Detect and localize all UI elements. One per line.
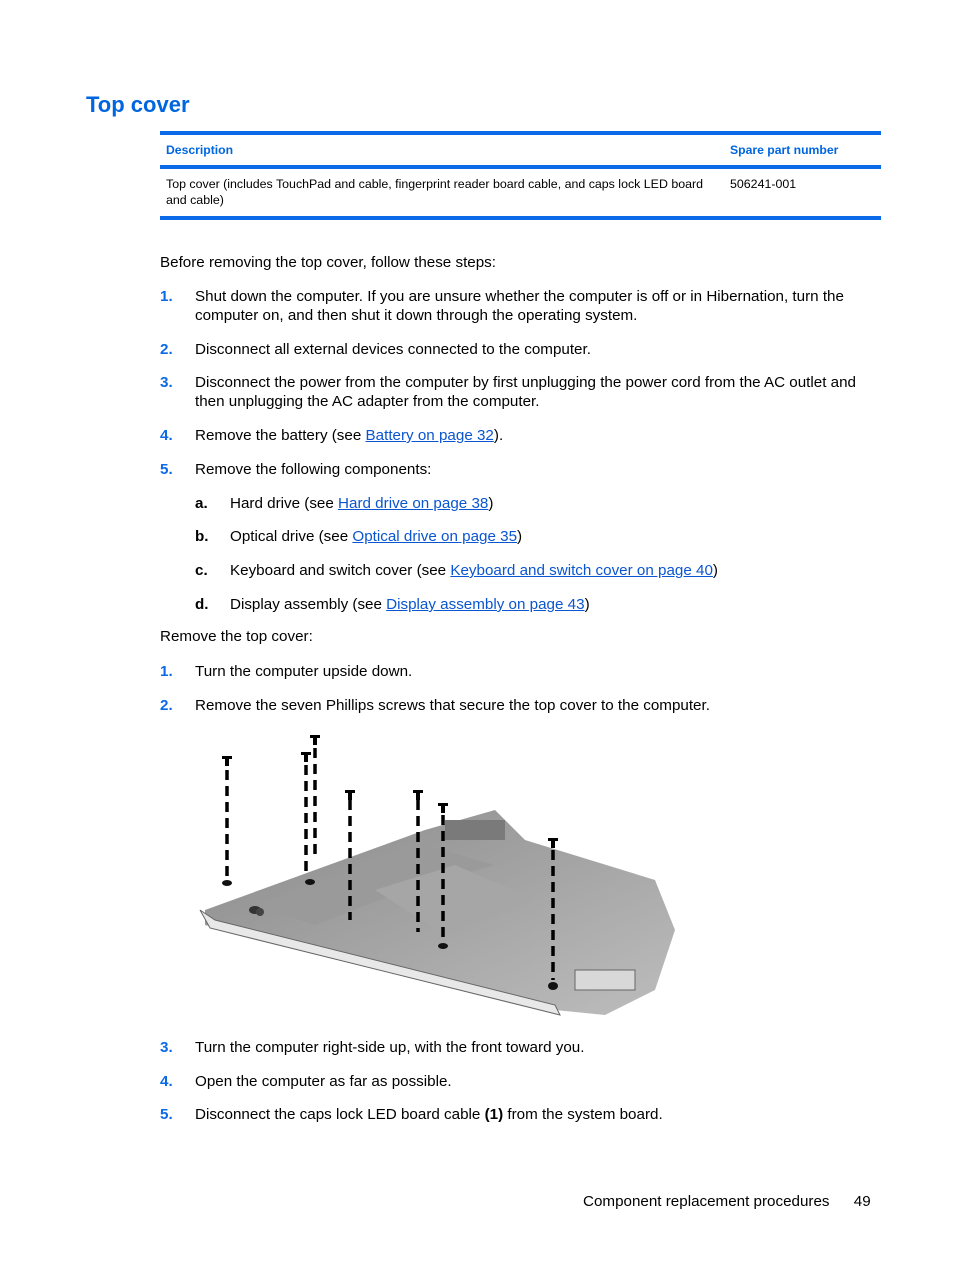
screw-icon (310, 735, 320, 745)
screw-icon (438, 803, 448, 813)
screw-icon (345, 790, 355, 800)
before-step: 1. Shut down the computer. If you are un… (160, 287, 885, 325)
header-spare-part: Spare part number (730, 143, 839, 157)
step-number: 2. (160, 697, 173, 714)
keyboard-link[interactable]: Keyboard and switch cover on page 40 (450, 562, 713, 579)
table-row: Top cover (includes TouchPad and cable, … (160, 169, 881, 216)
text-post: ). (493, 427, 504, 444)
before-step: 5. Remove the following components: (160, 460, 885, 479)
text-pre: Hard drive (see (230, 495, 339, 512)
item-letter: c. (195, 562, 208, 579)
step-number: 2. (160, 341, 173, 358)
text-pre: Display assembly (see (230, 596, 387, 613)
item-text: Optical drive (see Optical drive on page… (230, 527, 522, 546)
text-post: ) (517, 528, 523, 545)
text-post: ) (488, 495, 494, 512)
component-item: b. Optical drive (see Optical drive on p… (195, 527, 522, 546)
step-number: 5. (160, 461, 173, 478)
before-step: 2. Disconnect all external devices conne… (160, 340, 885, 359)
callout-number: (1) (484, 1106, 504, 1123)
step-text: Disconnect the caps lock LED board cable… (195, 1105, 663, 1124)
text-post: from the system board. (503, 1106, 663, 1123)
remove-step: 3. Turn the computer right-side up, with… (160, 1038, 885, 1057)
spare-parts-table: Description Spare part number Top cover … (160, 131, 881, 220)
component-item: c. Keyboard and switch cover (see Keyboa… (195, 561, 718, 580)
screw-icon (548, 838, 558, 848)
before-step: 3. Disconnect the power from the compute… (160, 373, 885, 411)
step-number: 5. (160, 1106, 173, 1123)
item-letter: a. (195, 495, 208, 512)
step-number: 1. (160, 288, 173, 305)
step-number: 3. (160, 1039, 173, 1056)
step-text: Shut down the computer. If you are unsur… (195, 288, 844, 324)
step-text: Open the computer as far as possible. (195, 1073, 452, 1090)
before-step: 4. Remove the battery (see Battery on pa… (160, 426, 885, 445)
screw-icon (301, 752, 311, 762)
cell-description: Top cover (includes TouchPad and cable, … (166, 177, 704, 207)
intro-remove: Remove the top cover: (160, 628, 313, 645)
remove-step: 4. Open the computer as far as possible. (160, 1072, 885, 1091)
hard-drive-link[interactable]: Hard drive on page 38 (338, 495, 488, 512)
text-pre: Optical drive (see (230, 528, 353, 545)
page-number: 49 (853, 1193, 871, 1210)
text-pre: Remove the battery (see (195, 427, 366, 444)
battery-link[interactable]: Battery on page 32 (366, 427, 494, 444)
step-text: Disconnect all external devices connecte… (195, 341, 591, 358)
screw-icon (222, 756, 232, 766)
table-header: Description Spare part number (160, 135, 881, 169)
item-text: Keyboard and switch cover (see Keyboard … (230, 561, 718, 580)
step-number: 4. (160, 427, 173, 444)
step-text: Remove the battery (see Battery on page … (195, 426, 503, 445)
text-pre: Disconnect the caps lock LED board cable (195, 1106, 485, 1123)
screw-icon (413, 790, 423, 800)
item-letter: b. (195, 528, 209, 545)
footer-section: Component replacement procedures (583, 1193, 830, 1210)
item-text: Display assembly (see Display assembly o… (230, 595, 590, 614)
page-title: Top cover (86, 92, 190, 117)
remove-step: 1. Turn the computer upside down. (160, 662, 885, 681)
component-item: a. Hard drive (see Hard drive on page 38… (195, 494, 493, 513)
screw-removal-figure (199, 735, 675, 1016)
step-text: Remove the following components: (195, 461, 432, 478)
intro-before: Before removing the top cover, follow th… (160, 254, 496, 271)
step-text: Turn the computer right-side up, with th… (195, 1039, 585, 1056)
page-footer: Component replacement procedures 49 (583, 1193, 871, 1210)
computer-base-illustration (199, 810, 675, 1016)
step-text: Remove the seven Phillips screws that se… (195, 697, 710, 714)
step-text: Turn the computer upside down. (195, 663, 413, 680)
item-letter: d. (195, 596, 209, 613)
header-description: Description (166, 143, 234, 157)
display-assembly-link[interactable]: Display assembly on page 43 (386, 596, 584, 613)
text-post: ) (584, 596, 590, 613)
remove-step: 2. Remove the seven Phillips screws that… (160, 696, 885, 715)
step-text: Disconnect the power from the computer b… (195, 374, 857, 410)
item-text: Hard drive (see Hard drive on page 38) (230, 494, 493, 513)
component-item: d. Display assembly (see Display assembl… (195, 595, 590, 614)
text-post: ) (712, 562, 718, 579)
remove-step: 5. Disconnect the caps lock LED board ca… (160, 1105, 885, 1124)
step-number: 4. (160, 1073, 173, 1090)
optical-drive-link[interactable]: Optical drive on page 35 (352, 528, 517, 545)
step-number: 3. (160, 374, 173, 391)
cell-spare-part: 506241-001 (730, 177, 797, 191)
text-pre: Keyboard and switch cover (see (230, 562, 451, 579)
step-number: 1. (160, 663, 173, 680)
